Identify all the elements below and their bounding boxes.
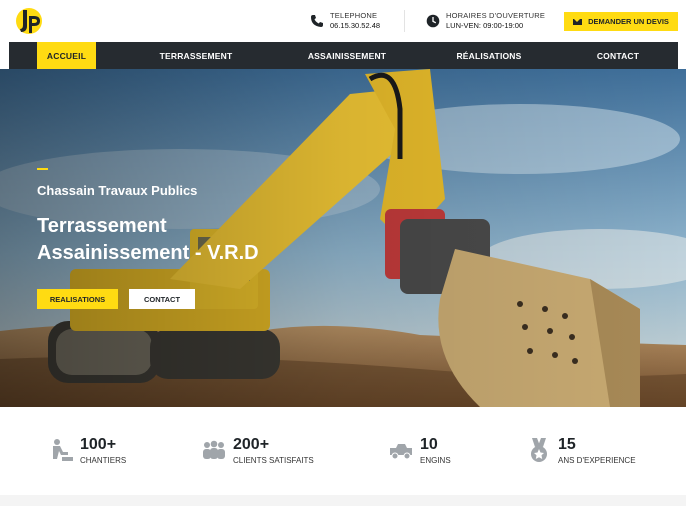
realisations-button[interactable]: REALISATIONS xyxy=(37,289,118,309)
nav-item-contact[interactable]: CONTACT xyxy=(587,42,649,69)
contact-button[interactable]: CONTACT xyxy=(129,289,195,309)
phone-label: TELEPHONE xyxy=(330,11,378,20)
hours-value: LUN-VEN: 09:00-19:00 xyxy=(446,21,524,30)
stats-section: 100+ CHANTIERS 200+ CLIENTS SATISFAITS 1… xyxy=(0,407,686,495)
nav-item-realisations[interactable]: RÉALISATIONS xyxy=(446,42,532,69)
nav-item-terrassement[interactable]: TERRASSEMENT xyxy=(151,42,241,69)
stat-clients: 200+ CLIENTS SATISFAITS xyxy=(201,435,314,467)
main-nav: ACCUEIL TERRASSEMENT ASSAINISSEMENT RÉAL… xyxy=(9,42,678,69)
opening-hours: HORAIRES D'OUVERTURE LUN-VEN: 09:00-19:0… xyxy=(426,11,545,31)
truck-icon xyxy=(390,444,412,460)
nav-item-assainissement[interactable]: ASSAINISSEMENT xyxy=(297,42,397,69)
top-header: TELEPHONE 06.15.30.52.48 HORAIRES D'OUVE… xyxy=(0,0,686,42)
stat-experience: 15 ANS D'EXPERIENCE xyxy=(526,435,636,467)
stat-experience-label: ANS D'EXPERIENCE xyxy=(558,456,636,465)
section-divider xyxy=(0,495,686,506)
header-divider xyxy=(404,10,405,32)
clock-icon xyxy=(426,14,440,28)
people-group-icon xyxy=(203,440,225,459)
stat-chantiers: 100+ CHANTIERS xyxy=(48,435,126,467)
stat-clients-label: CLIENTS SATISFAITS xyxy=(233,456,314,465)
phone-info[interactable]: TELEPHONE 06.15.30.52.48 xyxy=(310,11,380,31)
phone-number[interactable]: 06.15.30.52.48 xyxy=(330,21,380,31)
stat-chantiers-number: 100+ xyxy=(80,436,117,453)
worker-shovel-icon xyxy=(53,439,73,461)
company-logo[interactable] xyxy=(14,4,44,38)
stat-clients-number: 200+ xyxy=(233,436,270,453)
phone-icon xyxy=(311,15,323,27)
hero-title: Terrassement Assainissement - V.R.D xyxy=(37,213,259,267)
hero-accent-line xyxy=(37,168,48,170)
hours-label: HORAIRES D'OUVERTURE xyxy=(446,11,546,20)
hero-banner: Chassain Travaux Publics Terrassement As… xyxy=(0,69,686,407)
request-quote-button[interactable]: DEMANDER UN DEVIS xyxy=(564,12,678,31)
hero-title-line2: Assainissement - V.R.D xyxy=(37,242,259,264)
stat-chantiers-label: CHANTIERS xyxy=(80,456,127,465)
hero-subtitle: Chassain Travaux Publics xyxy=(37,183,198,198)
medal-icon xyxy=(531,438,547,462)
stat-engins: 10 ENGINS xyxy=(388,435,451,467)
nav-item-accueil[interactable]: ACCUEIL xyxy=(37,42,96,69)
stat-engins-label: ENGINS xyxy=(420,456,451,465)
stat-engins-number: 10 xyxy=(420,436,438,453)
hero-title-line1: Terrassement xyxy=(37,215,167,237)
envelope-icon xyxy=(573,18,583,25)
stat-experience-number: 15 xyxy=(558,436,576,453)
request-quote-label: DEMANDER UN DEVIS xyxy=(588,17,669,26)
